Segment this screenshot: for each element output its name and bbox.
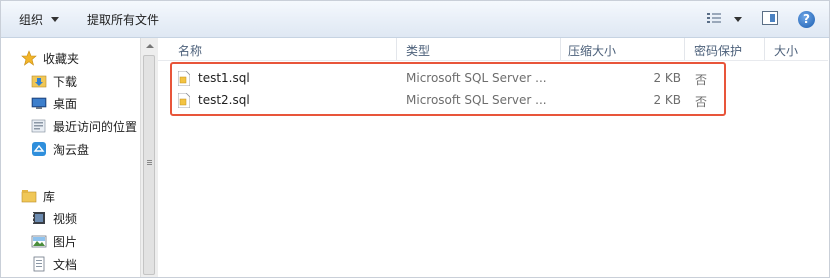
nav-documents[interactable]: 文档 (31, 254, 77, 274)
scrollbar-thumb[interactable] (143, 55, 155, 275)
nav-pictures-label: 图片 (53, 234, 78, 249)
column-header-compressed-size[interactable]: 压缩大小 (568, 42, 616, 59)
library-icon (21, 190, 37, 203)
nav-cloud-label: 淘云盘 (53, 142, 90, 157)
nav-pictures[interactable]: 图片 (31, 231, 77, 251)
nav-recent[interactable]: 最近访问的位置 (31, 116, 137, 136)
grip-icon (147, 160, 152, 161)
nav-favorites-label: 收藏夹 (43, 51, 80, 66)
preview-pane-icon[interactable] (762, 11, 778, 25)
column-header-name[interactable]: 名称 (178, 42, 202, 59)
desktop-icon (31, 97, 47, 109)
view-options-icon[interactable] (707, 13, 721, 24)
view-dropdown-chevron-icon[interactable] (734, 17, 742, 22)
nav-desktop-label: 桌面 (53, 96, 78, 111)
column-header-size[interactable]: 大小 (774, 42, 798, 59)
toolbar: 组织 提取所有文件 ? (1, 1, 829, 38)
nav-downloads-label: 下载 (53, 74, 78, 89)
recent-places-icon (31, 119, 46, 133)
column-headers: 名称 类型 压缩大小 密码保护 大小 (158, 38, 828, 61)
video-icon (33, 212, 45, 224)
nav-downloads[interactable]: 下载 (31, 71, 77, 91)
nav-library-label: 库 (43, 189, 56, 204)
column-divider[interactable] (560, 38, 561, 60)
organize-button[interactable]: 组织 (19, 11, 60, 28)
column-divider[interactable] (684, 38, 685, 60)
pictures-icon (31, 235, 47, 248)
nav-videos[interactable]: 视频 (31, 208, 77, 228)
navigation-pane: 收藏夹 下载 桌面 最近访问的位置 淘云盘 库 视频 图片 文档 (1, 38, 156, 277)
nav-favorites[interactable]: 收藏夹 (21, 48, 79, 68)
extract-all-button[interactable]: 提取所有文件 (87, 11, 159, 28)
nav-desktop[interactable]: 桌面 (31, 93, 77, 113)
documents-icon (33, 256, 45, 272)
nav-cloud[interactable]: 淘云盘 (31, 139, 89, 159)
column-divider[interactable] (396, 38, 397, 60)
star-icon (21, 50, 37, 66)
organize-label: 组织 (19, 13, 44, 27)
nav-scrollbar[interactable] (140, 38, 158, 277)
nav-recent-label: 最近访问的位置 (53, 119, 138, 134)
column-divider[interactable] (764, 38, 765, 60)
cloud-drive-icon (32, 142, 46, 156)
nav-documents-label: 文档 (53, 257, 78, 272)
highlight-annotation-box (170, 62, 726, 116)
column-header-type[interactable]: 类型 (406, 42, 430, 59)
chevron-down-icon (51, 17, 60, 22)
help-icon[interactable]: ? (798, 11, 815, 28)
nav-videos-label: 视频 (53, 211, 78, 226)
nav-library[interactable]: 库 (21, 186, 55, 206)
downloads-folder-icon (31, 75, 47, 88)
scroll-up-icon[interactable] (146, 44, 154, 48)
column-header-password[interactable]: 密码保护 (694, 42, 742, 59)
